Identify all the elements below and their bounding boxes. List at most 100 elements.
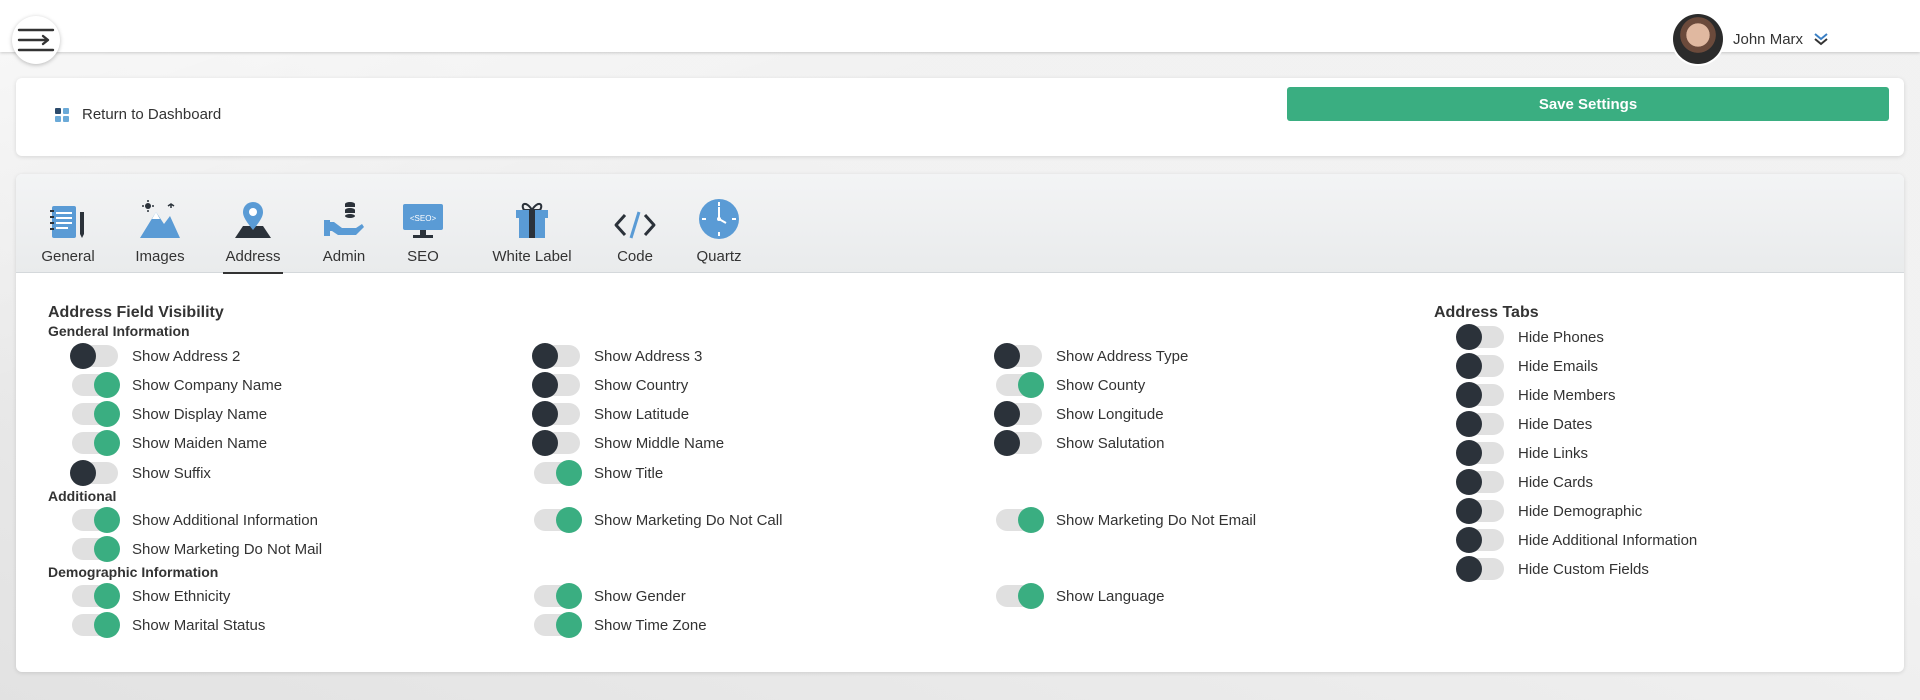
toggle-hide-demographic[interactable]: Hide Demographic [1456,498,1642,524]
gift-box-icon [516,203,548,238]
toggle-label: Show Marital Status [132,616,266,634]
toggle-switch[interactable] [996,583,1044,609]
toggle-show-ethnicity[interactable]: Show Ethnicity [72,583,230,609]
tab-quartz[interactable]: Quartz [694,196,744,272]
toggle-knob [1456,324,1482,350]
toggle-switch[interactable] [1456,527,1504,553]
toggle-show-marketing-do-not-call[interactable]: Show Marketing Do Not Call [534,507,782,533]
toggle-show-salutation[interactable]: Show Salutation [994,430,1165,456]
toggle-label: Hide Links [1518,444,1589,462]
toggle-hide-emails[interactable]: Hide Emails [1456,353,1598,379]
toggle-show-marketing-do-not-mail[interactable]: Show Marketing Do Not Mail [72,536,322,562]
toggle-label: Show Salutation [1056,434,1165,452]
toggle-knob [94,372,120,398]
toggle-switch[interactable] [1456,353,1504,379]
toggle-switch[interactable] [532,372,580,398]
toggle-show-marketing-do-not-email[interactable]: Show Marketing Do Not Email [996,507,1256,533]
toggle-switch[interactable] [1456,469,1504,495]
toggle-knob [94,536,120,562]
toggle-show-maiden-name[interactable]: Show Maiden Name [72,430,267,456]
toggle-show-address-2[interactable]: Show Address 2 [70,343,240,369]
toggle-label: Show Title [594,464,664,482]
toggle-hide-phones[interactable]: Hide Phones [1456,324,1604,350]
toggle-show-address-3[interactable]: Show Address 3 [532,343,703,369]
toggle-switch[interactable] [72,430,120,456]
toggle-show-language[interactable]: Show Language [996,583,1164,609]
toggle-show-display-name[interactable]: Show Display Name [72,401,268,427]
tab-address[interactable]: Address [223,196,283,274]
toggle-show-county[interactable]: Show County [996,372,1145,398]
toggle-switch[interactable] [72,372,120,398]
tab-admin[interactable]: Admin [314,196,374,272]
toggle-switch[interactable] [1456,382,1504,408]
toggle-show-gender[interactable]: Show Gender [534,583,686,609]
toggle-switch[interactable] [1456,324,1504,350]
toggle-hide-dates[interactable]: Hide Dates [1456,411,1593,437]
toggle-switch[interactable] [996,372,1044,398]
toggle-show-middle-name[interactable]: Show Middle Name [532,430,724,456]
tab-general[interactable]: General [38,196,98,272]
toggle-knob [532,372,558,398]
toggle-switch[interactable] [1456,556,1504,582]
toggle-switch[interactable] [532,401,580,427]
toggle-knob [1018,507,1044,533]
toggle-show-company-name[interactable]: Show Company Name [72,372,282,398]
toggle-switch[interactable] [994,401,1042,427]
toggle-show-longitude[interactable]: Show Longitude [994,401,1164,427]
toggle-knob [70,460,96,486]
toggle-switch[interactable] [70,343,118,369]
toggle-switch[interactable] [72,401,120,427]
clock-icon [699,199,739,239]
toggle-switch[interactable] [70,460,118,486]
tab-images[interactable]: Images [130,196,190,272]
toggle-show-latitude[interactable]: Show Latitude [532,401,689,427]
toggle-hide-custom-fields[interactable]: Hide Custom Fields [1456,556,1649,582]
toggle-knob [994,343,1020,369]
user-menu[interactable]: John Marx [1673,14,1829,64]
menu-toggle-button[interactable] [12,16,60,64]
toggle-show-country[interactable]: Show Country [532,372,689,398]
toggle-switch[interactable] [534,583,582,609]
top-bar [0,0,1920,52]
tab-seo[interactable]: <SEO> SEO [398,196,448,272]
toggle-switch[interactable] [72,583,120,609]
toggle-label: Show Country [594,376,689,394]
toggle-switch[interactable] [534,612,582,638]
toggle-switch[interactable] [994,343,1042,369]
toggle-show-additional-information[interactable]: Show Additional Information [72,507,318,533]
toggle-switch[interactable] [534,507,582,533]
tab-seo-label: SEO [407,248,439,265]
toggle-switch[interactable] [996,507,1044,533]
toggle-show-title[interactable]: Show Title [534,460,664,486]
toggle-switch[interactable] [1456,440,1504,466]
toggle-switch[interactable] [994,430,1042,456]
toggle-label: Hide Dates [1518,415,1593,433]
toggle-switch[interactable] [72,536,120,562]
toggle-hide-cards[interactable]: Hide Cards [1456,469,1593,495]
toggle-switch[interactable] [72,612,120,638]
toggle-show-suffix[interactable]: Show Suffix [70,460,211,486]
toggle-hide-links[interactable]: Hide Links [1456,440,1589,466]
toggle-hide-members[interactable]: Hide Members [1456,382,1616,408]
toggle-label: Show Address 3 [594,347,703,365]
map-pin-icon [235,202,271,238]
tab-code[interactable]: Code [610,196,660,272]
toggle-switch[interactable] [72,507,120,533]
toggle-show-marital-status[interactable]: Show Marital Status [72,612,266,638]
tab-white-label[interactable]: White Label [491,196,573,272]
toggle-knob [94,612,120,638]
return-to-dashboard-link[interactable]: Return to Dashboard [54,106,221,123]
toggle-switch[interactable] [534,460,582,486]
toggle-label: Show Display Name [132,405,268,423]
toggle-show-address-type[interactable]: Show Address Type [994,343,1188,369]
toggle-switch[interactable] [532,430,580,456]
toggle-hide-additional-information[interactable]: Hide Additional Information [1456,527,1697,553]
toggle-switch[interactable] [1456,411,1504,437]
toggle-switch[interactable] [1456,498,1504,524]
toggle-show-time-zone[interactable]: Show Time Zone [534,612,707,638]
save-settings-button[interactable]: Save Settings [1287,87,1889,121]
toggle-knob [532,343,558,369]
toggle-knob [994,430,1020,456]
toggle-label: Show Longitude [1056,405,1164,423]
toggle-switch[interactable] [532,343,580,369]
